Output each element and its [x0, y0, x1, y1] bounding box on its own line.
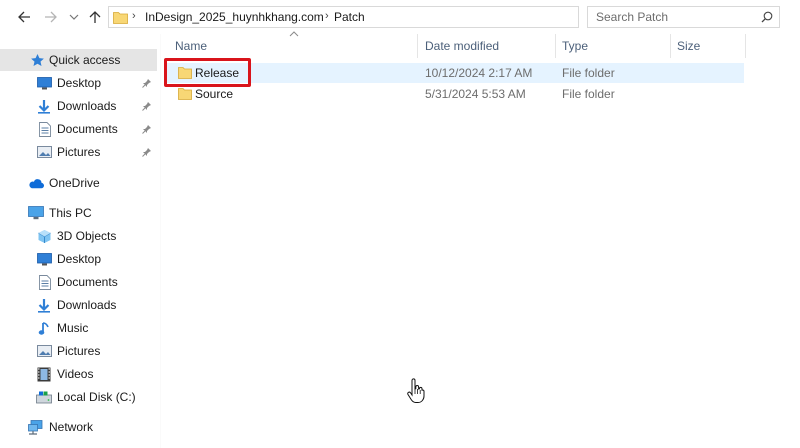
file-row-release[interactable]: Release 10/12/2024 2:17 AM File folder — [165, 63, 744, 83]
sidebar-item-documents[interactable]: Documents — [0, 118, 157, 140]
arrow-left-icon — [18, 11, 30, 23]
document-icon — [37, 274, 53, 290]
cloud-icon — [28, 175, 44, 191]
back-button[interactable] — [14, 7, 34, 27]
download-icon — [36, 297, 52, 313]
arrow-right-icon — [45, 11, 57, 23]
column-header-date-modified[interactable]: Date modified — [425, 34, 555, 58]
sidebar-item-label: Desktop — [57, 252, 102, 266]
cube-icon — [36, 228, 52, 244]
pane-divider[interactable] — [160, 34, 161, 448]
sidebar-item-pictures[interactable]: Pictures — [0, 141, 157, 163]
sidebar-item-label: Videos — [57, 367, 94, 381]
sidebar-item-documents-pc[interactable]: Documents — [0, 271, 157, 293]
breadcrumb-separator: › — [325, 10, 329, 22]
hand-cursor-icon — [407, 378, 425, 403]
sidebar-item-label: Local Disk (C:) — [57, 390, 136, 404]
sidebar-item-label: Network — [49, 420, 94, 434]
sidebar-item-onedrive[interactable]: OneDrive — [0, 172, 157, 194]
sidebar-item-label: Documents — [57, 122, 118, 136]
computer-icon — [28, 205, 44, 221]
file-row-source[interactable]: Source 5/31/2024 5:53 AM File folder — [165, 84, 744, 104]
pin-icon — [142, 125, 151, 134]
sidebar-item-local-disk[interactable]: Local Disk (C:) — [0, 386, 157, 408]
search-input[interactable] — [596, 7, 756, 27]
sidebar-item-videos[interactable]: Videos — [0, 363, 157, 385]
annotation-highlight-box — [164, 58, 251, 87]
column-header-type[interactable]: Type — [562, 34, 670, 58]
sidebar-item-network[interactable]: Network — [0, 416, 157, 438]
sidebar-item-label: Desktop — [57, 76, 102, 90]
network-icon — [28, 419, 44, 435]
column-divider[interactable] — [417, 34, 418, 58]
up-button[interactable] — [85, 7, 105, 27]
pin-icon — [142, 148, 151, 157]
chevron-down-icon — [69, 14, 79, 20]
breadcrumb-item-current[interactable]: Patch — [334, 10, 365, 24]
pictures-icon — [36, 343, 52, 359]
sidebar-item-label: Pictures — [57, 145, 101, 159]
breadcrumb-separator: › — [132, 10, 136, 22]
address-bar[interactable]: › InDesign_2025_huynhkhang.com › Patch — [108, 6, 683, 28]
sidebar-item-label: Pictures — [57, 344, 101, 358]
sidebar-item-label: Quick access — [49, 53, 121, 67]
sidebar-item-downloads-pc[interactable]: Downloads — [0, 294, 157, 316]
search-box[interactable] — [587, 6, 780, 28]
search-icon — [761, 11, 773, 23]
sidebar-item-desktop[interactable]: Desktop — [0, 72, 157, 94]
drive-icon — [36, 389, 52, 405]
column-divider[interactable] — [745, 34, 746, 58]
desktop-icon — [36, 75, 52, 91]
download-icon — [36, 98, 52, 114]
recent-dropdown-button[interactable] — [64, 7, 84, 27]
arrow-up-icon — [89, 11, 101, 23]
sidebar-item-label: Music — [57, 321, 89, 335]
forward-button[interactable] — [41, 7, 61, 27]
pin-icon — [142, 79, 151, 88]
pictures-icon — [36, 144, 52, 160]
star-icon — [29, 52, 45, 68]
file-type: File folder — [562, 87, 615, 101]
breadcrumb-item[interactable]: InDesign_2025_huynhkhang.com — [145, 10, 324, 24]
column-header-size[interactable]: Size — [677, 34, 743, 58]
sidebar-item-pictures-pc[interactable]: Pictures — [0, 340, 157, 362]
file-type: File folder — [562, 66, 615, 80]
file-name: Source — [195, 87, 234, 101]
sidebar-item-this-pc[interactable]: This PC — [0, 202, 157, 224]
pin-icon — [142, 102, 151, 111]
sidebar-item-label: 3D Objects — [57, 229, 117, 243]
music-icon — [36, 320, 52, 336]
navigation-pane: Quick access Desktop Downloads Documents… — [0, 34, 160, 448]
sidebar-item-3d-objects[interactable]: 3D Objects — [0, 225, 157, 247]
sidebar-item-downloads[interactable]: Downloads — [0, 95, 157, 117]
file-date-modified: 10/12/2024 2:17 AM — [425, 66, 533, 80]
sidebar-item-quick-access[interactable]: Quick access — [0, 49, 157, 71]
file-date-modified: 5/31/2024 5:53 AM — [425, 87, 526, 101]
folder-icon — [178, 88, 192, 100]
video-icon — [36, 366, 52, 382]
address-toolbar: › InDesign_2025_huynhkhang.com › Patch — [0, 0, 800, 34]
sidebar-item-music[interactable]: Music — [0, 317, 157, 339]
sidebar-item-label: Documents — [57, 275, 118, 289]
document-icon — [37, 121, 53, 137]
sidebar-item-label: OneDrive — [49, 176, 100, 190]
column-divider[interactable] — [670, 34, 671, 58]
sidebar-item-label: Downloads — [57, 298, 117, 312]
sidebar-item-desktop-pc[interactable]: Desktop — [0, 248, 157, 270]
column-header-name[interactable]: Name — [175, 34, 417, 58]
sidebar-item-label: Downloads — [57, 99, 117, 113]
column-divider[interactable] — [555, 34, 556, 58]
sidebar-item-label: This PC — [49, 206, 92, 220]
folder-icon — [113, 12, 128, 24]
desktop-icon — [36, 251, 52, 267]
